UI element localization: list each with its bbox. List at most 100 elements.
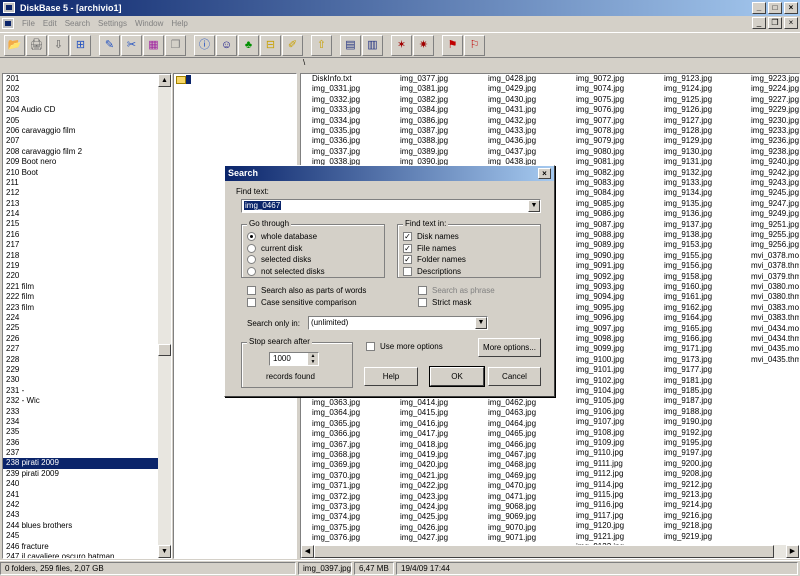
disk-row[interactable]: 231 -	[3, 386, 159, 396]
scroll-up-arrow-icon[interactable]: ▲	[158, 74, 171, 87]
disk-row[interactable]: 201	[3, 74, 159, 84]
file-row[interactable]: img_9116.jpg	[576, 500, 623, 510]
disk-row[interactable]: 216	[3, 230, 159, 240]
search-parts-checkbox[interactable]: Search also as parts of words	[247, 286, 366, 295]
search-phrase-checkbox[interactable]: Search as phrase	[418, 286, 495, 295]
file-row[interactable]: img_9084.jpg	[576, 188, 624, 198]
cancel-button[interactable]: Cancel	[488, 367, 541, 386]
file-row[interactable]: img_9165.jpg	[664, 324, 712, 334]
file-row[interactable]: img_0375.jpg	[312, 523, 360, 533]
file-row[interactable]: img_0419.jpg	[400, 450, 448, 460]
file-row[interactable]: img_9227.jpg	[751, 95, 799, 105]
file-row[interactable]: img_0422.jpg	[400, 481, 448, 491]
file-row[interactable]: img_9238.jpg	[751, 147, 799, 157]
find-in-checkbox[interactable]: ✓ Folder names	[403, 255, 466, 264]
file-row[interactable]: img_9212.jpg	[664, 480, 712, 490]
file-row[interactable]: img_0464.jpg	[488, 419, 536, 429]
help-button[interactable]: Help	[364, 367, 418, 386]
file-row[interactable]: img_9155.jpg	[664, 251, 712, 261]
disk-row[interactable]: 202	[3, 84, 159, 94]
flag-down-button[interactable]: ⚑	[442, 34, 463, 56]
doc-restore-button[interactable]: ❐	[768, 17, 782, 29]
file-row[interactable]: img_0336.jpg	[312, 136, 360, 146]
file-row[interactable]: img_9223.jpg	[751, 74, 799, 84]
file-row[interactable]: img_9240.jpg	[751, 157, 799, 167]
file-row[interactable]: img_0386.jpg	[400, 116, 448, 126]
disk-row[interactable]: 205	[3, 116, 159, 126]
disk-row[interactable]: 210 Boot	[3, 168, 159, 178]
file-row[interactable]: img_9123.jpg	[664, 74, 712, 84]
file-row[interactable]: img_9190.jpg	[664, 417, 712, 427]
file-row[interactable]: img_0415.jpg	[400, 408, 448, 418]
disk-row[interactable]: 236	[3, 438, 159, 448]
file-row[interactable]: img_9087.jpg	[576, 220, 624, 230]
file-row[interactable]: img_0420.jpg	[400, 460, 448, 470]
file-row[interactable]: img_9115.jpg	[576, 490, 623, 500]
file-row[interactable]: mvi_0434.mov	[751, 324, 799, 334]
file-row[interactable]: img_9072.jpg	[576, 74, 624, 84]
go-through-radio[interactable]: current disk	[247, 243, 302, 253]
dropdown-arrow-icon[interactable]: ▼	[475, 317, 487, 329]
file-row[interactable]: img_9091.jpg	[576, 261, 624, 271]
file-row[interactable]: img_9197.jpg	[664, 448, 712, 458]
file-row[interactable]: mvi_0383.mov	[751, 303, 799, 313]
expand-button[interactable]: ✶	[391, 34, 412, 56]
file-row[interactable]: mvi_0435.mov	[751, 344, 799, 354]
scan-disk-button[interactable]: ⊞	[70, 34, 91, 56]
file-row[interactable]: img_0430.jpg	[488, 95, 536, 105]
disk-row[interactable]: 204 Audio CD	[3, 105, 159, 115]
file-row[interactable]: img_9224.jpg	[751, 84, 799, 94]
file-row[interactable]: img_9108.jpg	[576, 428, 624, 438]
file-row[interactable]: img_0334.jpg	[312, 116, 360, 126]
file-row[interactable]: img_9161.jpg	[664, 292, 712, 302]
file-list-hscrollbar[interactable]: ◀ ▶	[301, 545, 799, 558]
file-row[interactable]: img_9068.jpg	[488, 502, 536, 512]
menu-search[interactable]: Search	[61, 19, 94, 28]
color-tag-button[interactable]: ▦	[143, 34, 164, 56]
file-row[interactable]: img_9243.jpg	[751, 178, 799, 188]
file-row[interactable]: img_9156.jpg	[664, 261, 712, 271]
disk-row[interactable]: 219	[3, 261, 159, 271]
file-row[interactable]: img_0421.jpg	[400, 471, 448, 481]
file-row[interactable]: img_9255.jpg	[751, 230, 799, 240]
file-row[interactable]: img_0462.jpg	[488, 398, 536, 408]
file-row[interactable]: img_9187.jpg	[664, 396, 712, 406]
open-folder-button[interactable]: 📂	[4, 34, 25, 56]
file-row[interactable]: img_9081.jpg	[576, 157, 624, 167]
file-row[interactable]: img_9134.jpg	[664, 188, 712, 198]
file-row[interactable]: img_0416.jpg	[400, 419, 448, 429]
file-row[interactable]: img_0382.jpg	[400, 95, 448, 105]
doc-minimize-button[interactable]: _	[752, 17, 766, 29]
radio-button-icon[interactable]	[247, 243, 256, 253]
doc-close-button[interactable]: ×	[784, 17, 798, 29]
file-row[interactable]: img_9092.jpg	[576, 272, 624, 282]
file-row[interactable]: img_0470.jpg	[488, 481, 536, 491]
file-row[interactable]: img_9219.jpg	[664, 532, 712, 542]
scroll-thumb[interactable]	[158, 344, 171, 356]
menu-help[interactable]: Help	[167, 19, 191, 28]
flag-check-button[interactable]: ⚐	[464, 34, 485, 56]
disk-row[interactable]: 218	[3, 251, 159, 261]
file-row[interactable]: img_9208.jpg	[664, 469, 712, 479]
file-row[interactable]: img_9216.jpg	[664, 511, 712, 521]
dialog-close-button[interactable]: ×	[538, 168, 551, 179]
file-row[interactable]: img_9251.jpg	[751, 220, 799, 230]
file-row[interactable]: img_9162.jpg	[664, 303, 712, 313]
file-row[interactable]: img_0366.jpg	[312, 429, 360, 439]
file-row[interactable]: img_9127.jpg	[664, 116, 712, 126]
disk-row[interactable]: 230	[3, 375, 159, 385]
close-button[interactable]: ×	[784, 2, 798, 14]
menu-edit[interactable]: Edit	[39, 19, 61, 28]
disk-row[interactable]: 235	[3, 427, 159, 437]
disk-row[interactable]: 229	[3, 365, 159, 375]
file-row[interactable]: img_9192.jpg	[664, 428, 712, 438]
file-row[interactable]: img_0431.jpg	[488, 105, 536, 115]
file-row[interactable]: img_0417.jpg	[400, 429, 448, 439]
search-only-combo[interactable]: (unlimited) ▼	[308, 316, 488, 330]
disk-row[interactable]: 234	[3, 417, 159, 427]
disk-info-button[interactable]: ⓘ	[194, 34, 215, 56]
file-row[interactable]: img_9112.jpg	[576, 469, 623, 479]
disk-row[interactable]: 245	[3, 531, 159, 541]
file-row[interactable]: img_9133.jpg	[664, 178, 712, 188]
disk-row[interactable]: 206 caravaggio film	[3, 126, 159, 136]
